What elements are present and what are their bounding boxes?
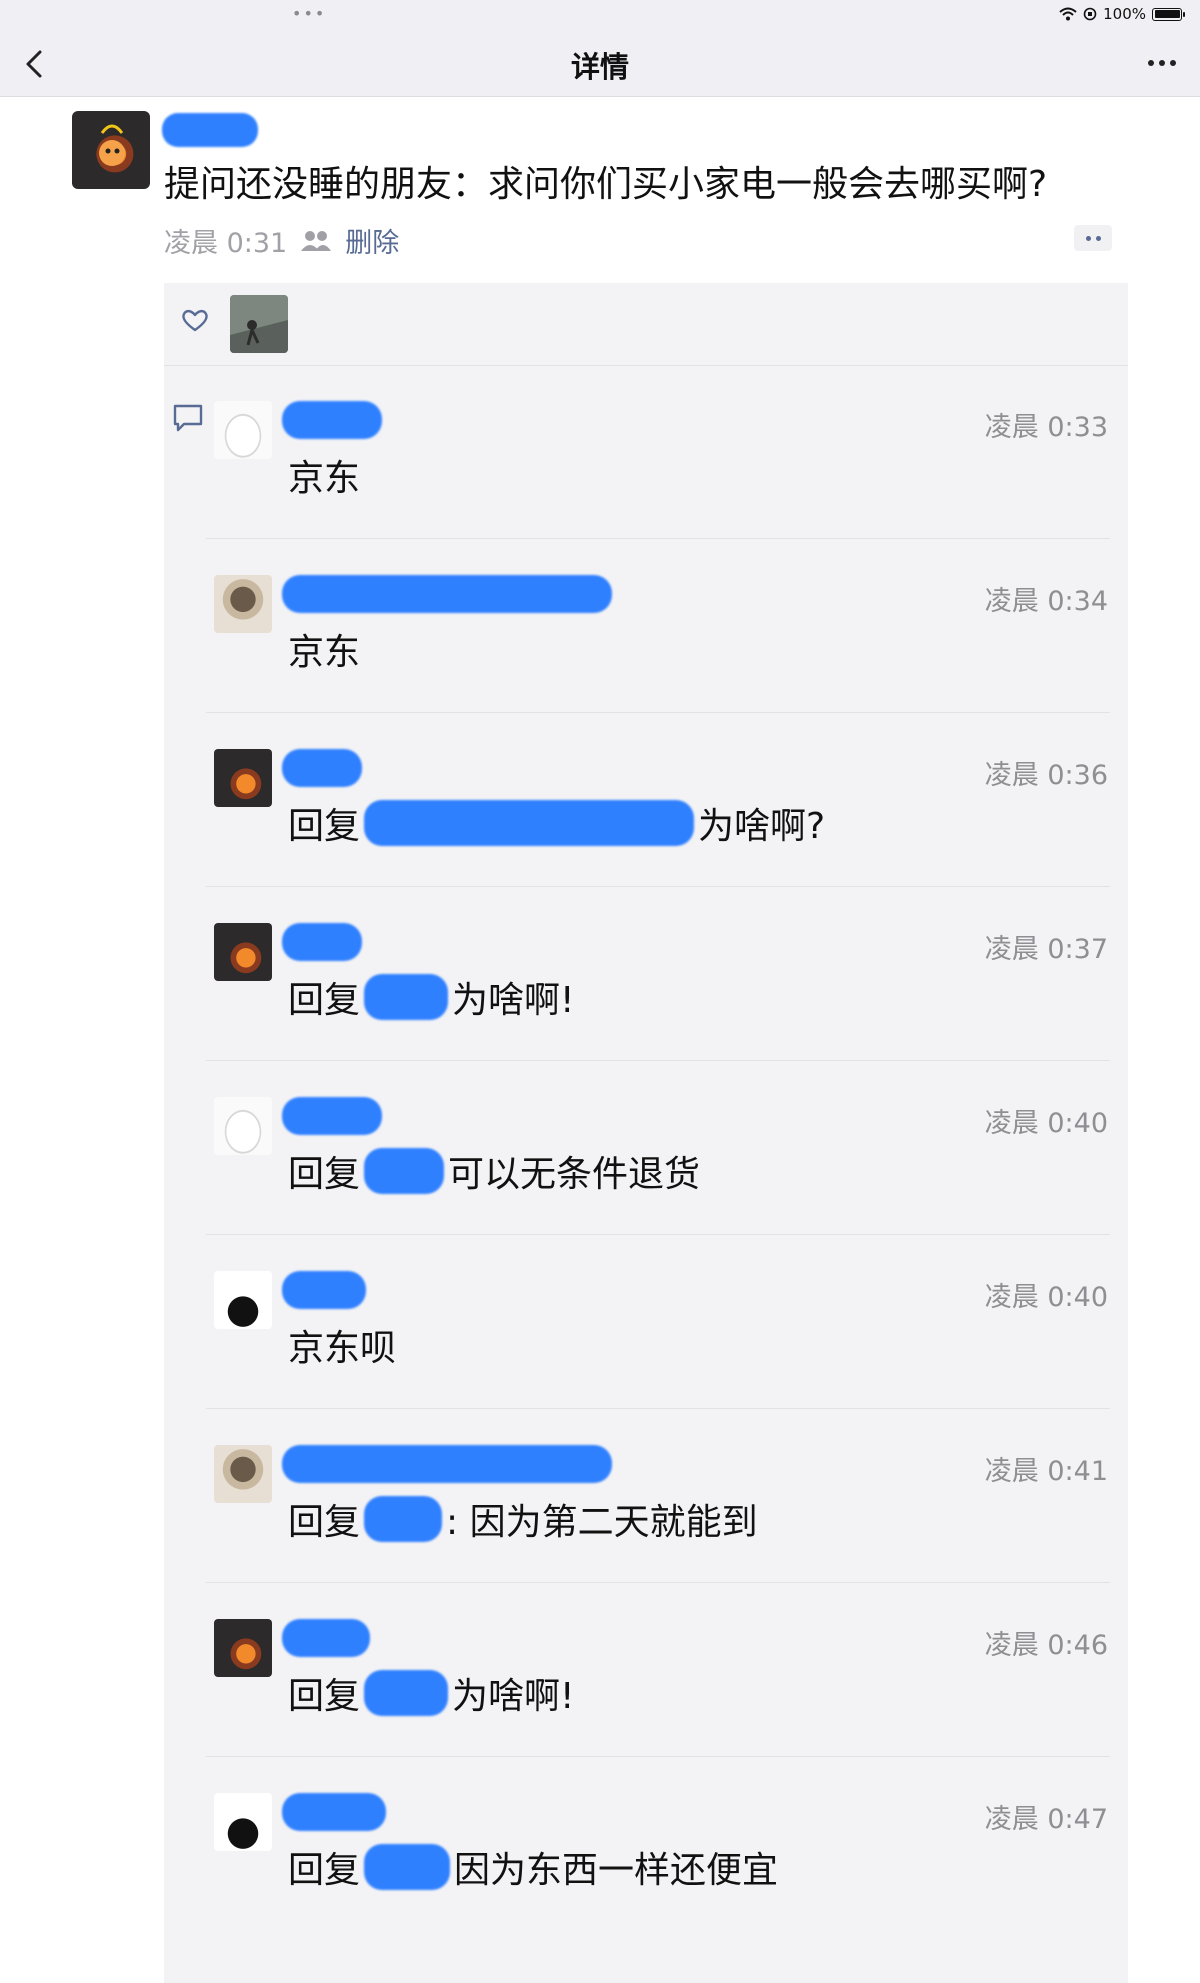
commenter-avatar[interactable]	[214, 1271, 272, 1329]
post-time: 凌晨 0:31	[164, 228, 288, 259]
commenter-name[interactable]: 用户A	[282, 401, 382, 439]
commenter-avatar[interactable]	[214, 401, 272, 459]
comment-row[interactable]: 用户A 凌晨 0:33 京东	[164, 365, 1128, 539]
reply-prefix: 回复	[288, 1154, 361, 1195]
comment-time: 凌晨 0:34	[984, 586, 1108, 617]
liker-avatar[interactable]	[230, 295, 288, 353]
commenter-name[interactable]: 用户A	[282, 1097, 382, 1135]
orientation-lock-icon	[1083, 7, 1097, 21]
reply-prefix: 回复	[288, 1850, 361, 1891]
battery-icon	[1152, 7, 1185, 21]
more-dot	[1170, 60, 1176, 66]
comment-time: 凌晨 0:33	[984, 412, 1108, 443]
commenter-name[interactable]: 用户C	[282, 1619, 370, 1657]
wifi-icon	[1059, 7, 1077, 21]
menu-dot	[1095, 235, 1101, 241]
comment-row[interactable]: 用户D 凌晨 0:47 回复用户C因为东西一样还便宜	[164, 1757, 1128, 1931]
comment-text: 京东呗	[288, 1319, 396, 1371]
post-author-name[interactable]: 用户	[162, 113, 258, 147]
like-comment-menu-button[interactable]	[1074, 225, 1112, 251]
post-text: 提问还没睡的朋友：求问你们买小家电一般会去哪买啊?	[164, 164, 1048, 205]
comment-row[interactable]: 用户B 凌晨 0:34 京东	[164, 539, 1128, 713]
commenter-name[interactable]: 用户C	[282, 923, 362, 961]
visibility-people-icon[interactable]	[299, 229, 333, 253]
heart-icon	[182, 309, 208, 332]
reply-prefix: 回复	[288, 1502, 361, 1543]
commenter-avatar[interactable]	[214, 1793, 272, 1851]
reply-target-name[interactable]: 用户B	[364, 800, 695, 846]
battery-percent: 100%	[1103, 5, 1146, 23]
comment-time: 凌晨 0:47	[984, 1804, 1108, 1835]
comment-body: 京东	[288, 458, 361, 499]
post-meta: 凌晨 0:31 删除	[164, 221, 399, 260]
comment-body: 京东	[288, 632, 361, 673]
comment-body: 为啥啊!	[452, 980, 575, 1021]
comment-text: 回复用户C因为东西一样还便宜	[288, 1841, 778, 1893]
comment-text: 回复用户B为啥啊?	[288, 797, 825, 849]
comment-text: 京东	[288, 449, 360, 501]
comment-time: 凌晨 0:46	[984, 1630, 1108, 1661]
comment-text: 回复用户D为啥啊!	[288, 1667, 574, 1719]
comment-body: 京东呗	[288, 1328, 397, 1369]
menu-dot	[1085, 235, 1091, 241]
nav-bar: 详情	[0, 30, 1200, 97]
comment-row[interactable]: 用户A 凌晨 0:40 回复用户C可以无条件退货	[164, 1061, 1128, 1235]
comment-body: 为啥啊!	[452, 1676, 575, 1717]
comment-body: 可以无条件退货	[448, 1154, 701, 1195]
commenter-name[interactable]: 用户B	[282, 575, 612, 613]
comment-text: 京东	[288, 623, 360, 675]
reply-target-name[interactable]: 用户C	[364, 1844, 451, 1890]
more-button[interactable]	[1140, 46, 1184, 80]
commenter-name[interactable]: 用户D	[282, 1793, 386, 1831]
post-author-avatar[interactable]	[72, 111, 150, 189]
reply-target-name[interactable]: 用户C	[364, 1496, 443, 1542]
likes-row	[164, 283, 1128, 366]
comment-text: 回复用户C: 因为第二天就能到	[288, 1493, 758, 1545]
reply-target-name[interactable]: 用户A	[364, 974, 449, 1020]
commenter-avatar[interactable]	[214, 1619, 272, 1677]
comment-row[interactable]: 用户C 凌晨 0:46 回复用户D为啥啊!	[164, 1583, 1128, 1757]
comment-time: 凌晨 0:40	[984, 1108, 1108, 1139]
comment-time: 凌晨 0:36	[984, 760, 1108, 791]
multitask-dots-icon: •••	[292, 4, 327, 23]
delete-post-link[interactable]: 删除	[345, 221, 399, 260]
more-dot	[1159, 60, 1165, 66]
reply-target-name[interactable]: 用户C	[364, 1148, 445, 1194]
comment-time: 凌晨 0:37	[984, 934, 1108, 965]
commenter-name[interactable]: 用户D	[282, 1271, 366, 1309]
commenter-avatar[interactable]	[214, 575, 272, 633]
commenter-name[interactable]: 用户B	[282, 1445, 612, 1483]
comment-text: 回复用户C可以无条件退货	[288, 1145, 700, 1197]
status-bar: ••• 100%	[0, 0, 1200, 30]
comment-row[interactable]: 用户C 凌晨 0:36 回复用户B为啥啊?	[164, 713, 1128, 887]
commenter-avatar[interactable]	[214, 1445, 272, 1503]
comment-row[interactable]: 用户B 凌晨 0:41 回复用户C: 因为第二天就能到	[164, 1409, 1128, 1583]
reply-target-name[interactable]: 用户D	[364, 1670, 449, 1716]
comment-time: 凌晨 0:40	[984, 1282, 1108, 1313]
page-title: 详情	[570, 50, 629, 84]
more-dot	[1148, 60, 1154, 66]
reply-prefix: 回复	[288, 1676, 361, 1717]
reply-prefix: 回复	[288, 806, 361, 847]
comment-panel: 用户A凌晨 0:33京东用户B凌晨 0:34京东用户C凌晨 0:36回复用户B为…	[164, 283, 1128, 1983]
commenter-avatar[interactable]	[214, 923, 272, 981]
reply-prefix: 回复	[288, 980, 361, 1021]
comment-time: 凌晨 0:41	[984, 1456, 1108, 1487]
status-indicators: 100%	[1059, 5, 1185, 23]
commenter-avatar[interactable]	[214, 749, 272, 807]
comment-text: 回复用户A为啥啊!	[288, 971, 574, 1023]
comment-body: 为啥啊?	[698, 806, 826, 847]
comment-row[interactable]: 用户D 凌晨 0:40 京东呗	[164, 1235, 1128, 1409]
commenter-avatar[interactable]	[214, 1097, 272, 1155]
comment-row[interactable]: 用户C 凌晨 0:37 回复用户A为啥啊!	[164, 887, 1128, 1061]
commenter-name[interactable]: 用户C	[282, 749, 362, 787]
comment-body: : 因为第二天就能到	[446, 1502, 758, 1543]
comment-body: 因为东西一样还便宜	[454, 1850, 779, 1891]
